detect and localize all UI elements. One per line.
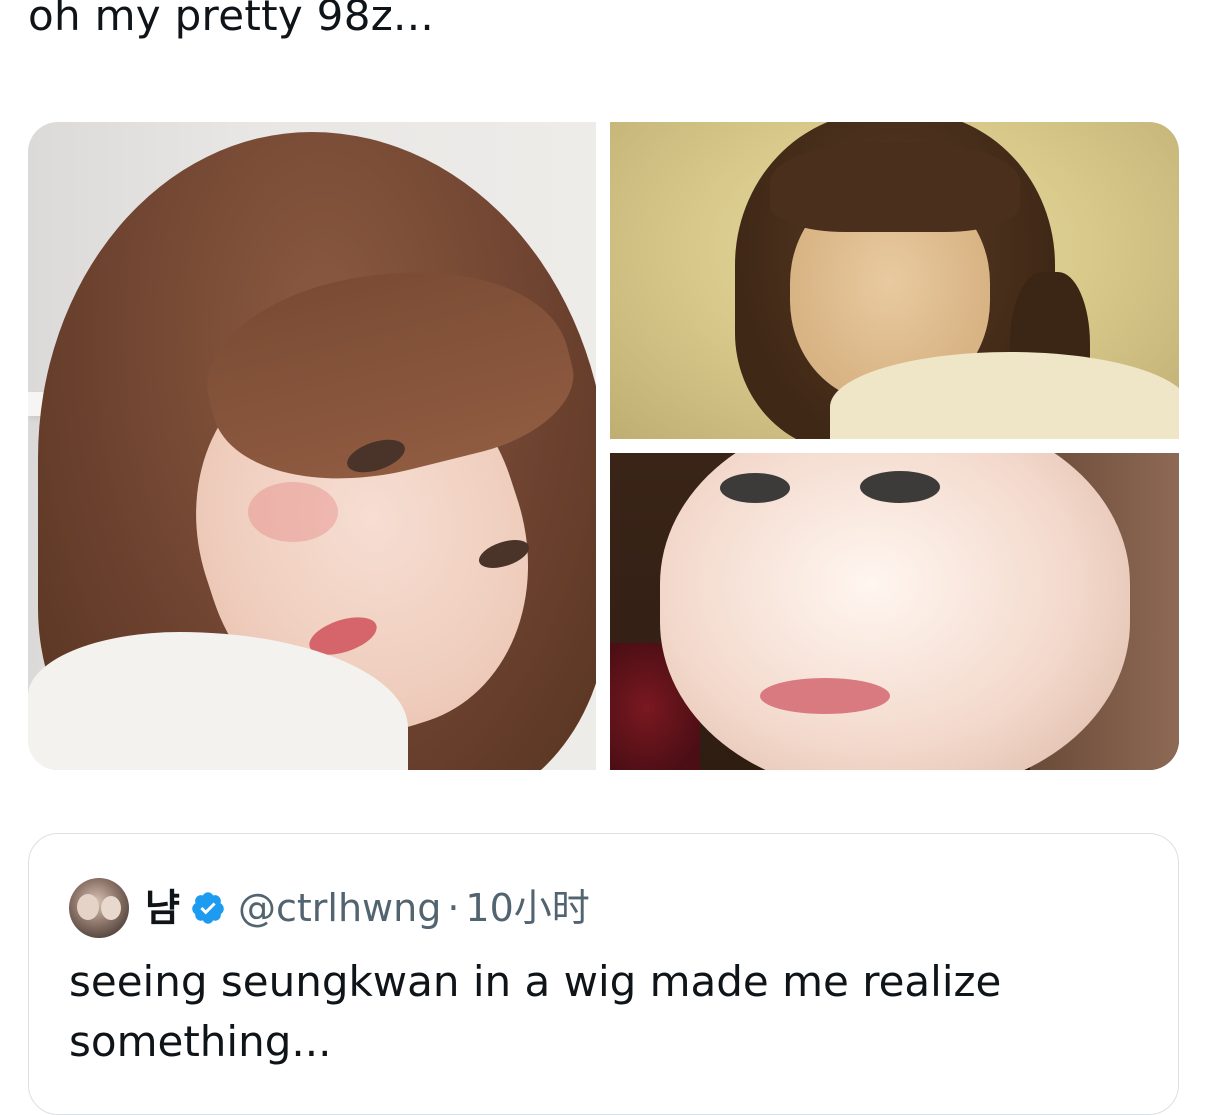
- separator-dot: ·: [447, 886, 460, 930]
- quoted-tweet-text: seeing seungkwan in a wig made me realiz…: [69, 957, 1002, 1066]
- media-grid[interactable]: [28, 122, 1179, 770]
- display-name[interactable]: 냠: [145, 878, 180, 938]
- media-photo-3[interactable]: [610, 453, 1179, 770]
- media-photo-1[interactable]: [28, 122, 596, 770]
- timestamp[interactable]: 10小时: [465, 878, 589, 938]
- handle[interactable]: @ctrlhwng: [238, 878, 441, 938]
- quoted-tweet-header: 냠 @ctrlhwng · 10小时: [69, 878, 590, 938]
- media-photo-2[interactable]: [610, 122, 1179, 439]
- verified-badge-icon: [192, 892, 224, 924]
- tweet-text: oh my pretty 98z...: [28, 0, 435, 40]
- avatar[interactable]: [69, 878, 129, 938]
- quoted-tweet-card[interactable]: 냠 @ctrlhwng · 10小时 seeing seungkwan in a…: [28, 833, 1179, 1115]
